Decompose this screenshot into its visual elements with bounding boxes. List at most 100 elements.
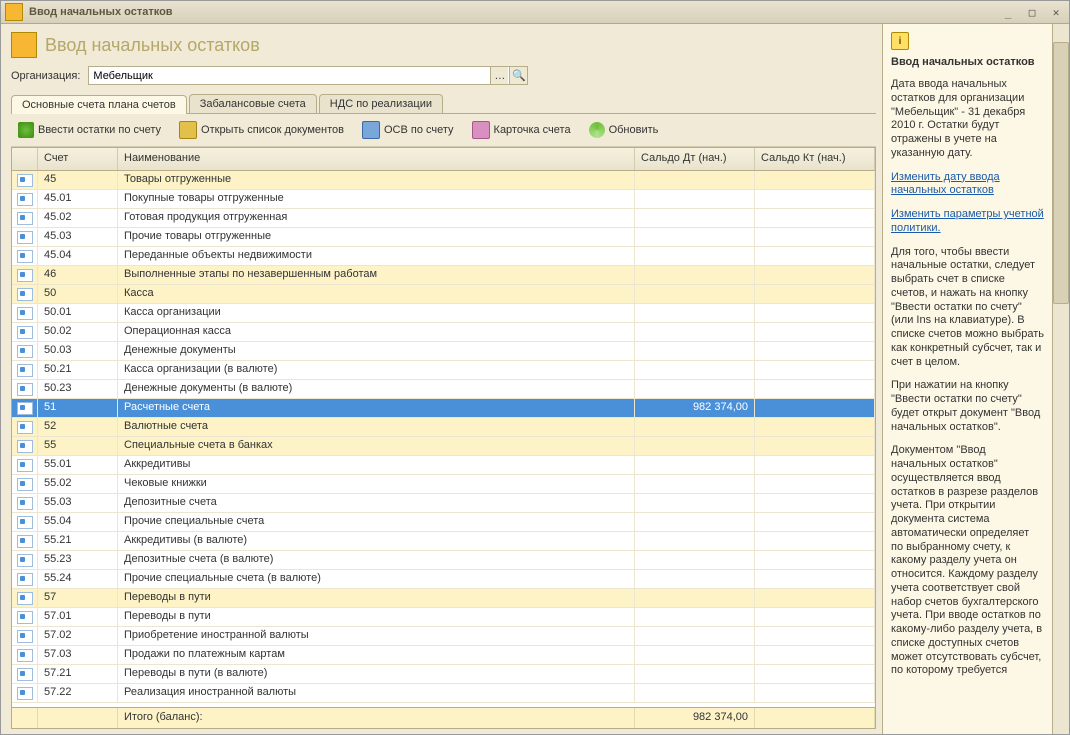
maximize-button[interactable]: □ (1023, 5, 1041, 19)
col-debit[interactable]: Сальдо Дт (нач.) (635, 148, 755, 170)
cell-account: 55 (38, 437, 118, 455)
table-row[interactable]: 57.01Переводы в пути (12, 608, 875, 627)
cell-account: 57.01 (38, 608, 118, 626)
cell-name: Касса (118, 285, 635, 303)
link-change-date[interactable]: Изменить дату ввода начальных остатков (891, 171, 1000, 197)
table-row[interactable]: 45.04Переданные объекты недвижимости (12, 247, 875, 266)
table-row[interactable]: 45.03Прочие товары отгруженные (12, 228, 875, 247)
grid-body[interactable]: 45Товары отгруженные45.01Покупные товары… (12, 171, 875, 707)
table-row[interactable]: 57Переводы в пути (12, 589, 875, 608)
table-row[interactable]: 50.03Денежные документы (12, 342, 875, 361)
tab-0[interactable]: Основные счета плана счетов (11, 95, 187, 114)
cell-name: Прочие специальные счета (в валюте) (118, 570, 635, 588)
cell-credit (755, 228, 875, 246)
toolbar: Ввести остатки по счету Открыть список д… (11, 114, 876, 147)
cell-debit (635, 304, 755, 322)
row-icon-cell (12, 551, 38, 569)
card-icon (472, 121, 490, 139)
cell-credit (755, 266, 875, 284)
table-row[interactable]: 57.22Реализация иностранной валюты (12, 684, 875, 703)
cell-account: 55.21 (38, 532, 118, 550)
refresh-button[interactable]: Обновить (582, 119, 666, 141)
tab-1[interactable]: Забалансовые счета (189, 94, 317, 113)
col-account[interactable]: Счет (38, 148, 118, 170)
table-row[interactable]: 55.04Прочие специальные счета (12, 513, 875, 532)
table-row[interactable]: 55.02Чековые книжки (12, 475, 875, 494)
cell-name: Прочие специальные счета (118, 513, 635, 531)
cell-account: 50.03 (38, 342, 118, 360)
table-row[interactable]: 51Расчетные счета982 374,00 (12, 399, 875, 418)
cell-credit (755, 513, 875, 531)
table-row[interactable]: 50.01Касса организации (12, 304, 875, 323)
cell-account: 57.22 (38, 684, 118, 702)
table-row[interactable]: 46Выполненные этапы по незавершенным раб… (12, 266, 875, 285)
table-row[interactable]: 57.02Приобретение иностранной валюты (12, 627, 875, 646)
close-button[interactable]: ✕ (1047, 5, 1065, 19)
table-row[interactable]: 55Специальные счета в банках (12, 437, 875, 456)
org-input[interactable] (88, 66, 528, 85)
cell-account: 55.24 (38, 570, 118, 588)
table-row[interactable]: 45.02Готовая продукция отгруженная (12, 209, 875, 228)
cell-credit (755, 608, 875, 626)
account-icon (17, 364, 33, 377)
cell-debit (635, 361, 755, 379)
row-icon-cell (12, 665, 38, 683)
cell-name: Товары отгруженные (118, 171, 635, 189)
table-row[interactable]: 50.21Касса организации (в валюте) (12, 361, 875, 380)
osv-button[interactable]: ОСВ по счету (355, 118, 461, 142)
cell-account: 57.02 (38, 627, 118, 645)
tab-2[interactable]: НДС по реализации (319, 94, 443, 113)
row-icon-cell (12, 570, 38, 588)
row-icon-cell (12, 475, 38, 493)
table-row[interactable]: 45Товары отгруженные (12, 171, 875, 190)
cell-account: 50.02 (38, 323, 118, 341)
table-row[interactable]: 52Валютные счета (12, 418, 875, 437)
table-row[interactable]: 55.21Аккредитивы (в валюте) (12, 532, 875, 551)
account-icon (17, 231, 33, 244)
add-balances-button[interactable]: Ввести остатки по счету (11, 119, 168, 141)
account-icon (17, 630, 33, 643)
table-row[interactable]: 50.02Операционная касса (12, 323, 875, 342)
cell-debit (635, 285, 755, 303)
table-row[interactable]: 57.21Переводы в пути (в валюте) (12, 665, 875, 684)
col-name[interactable]: Наименование (118, 148, 635, 170)
cell-credit (755, 247, 875, 265)
table-row[interactable]: 45.01Покупные товары отгруженные (12, 190, 875, 209)
cell-credit (755, 304, 875, 322)
account-icon (17, 611, 33, 624)
col-credit[interactable]: Сальдо Кт (нач.) (755, 148, 875, 170)
cell-name: Приобретение иностранной валюты (118, 627, 635, 645)
table-row[interactable]: 55.01Аккредитивы (12, 456, 875, 475)
open-doclist-button[interactable]: Открыть список документов (172, 118, 351, 142)
row-icon-cell (12, 608, 38, 626)
row-icon-cell (12, 456, 38, 474)
cell-credit (755, 570, 875, 588)
refresh-icon (589, 122, 605, 138)
cell-credit (755, 532, 875, 550)
table-row[interactable]: 57.03Продажи по платежным картам (12, 646, 875, 665)
link-change-policy[interactable]: Изменить параметры учетной политики. (891, 208, 1044, 234)
cell-debit (635, 228, 755, 246)
table-row[interactable]: 50.23Денежные документы (в валюте) (12, 380, 875, 399)
account-icon (17, 459, 33, 472)
help-scrollbar[interactable] (1052, 24, 1069, 735)
cell-name: Расчетные счета (118, 399, 635, 417)
table-row[interactable]: 55.03Депозитные счета (12, 494, 875, 513)
table-row[interactable]: 50Касса (12, 285, 875, 304)
org-search-button[interactable]: 🔍 (509, 67, 527, 84)
table-row[interactable]: 55.23Депозитные счета (в валюте) (12, 551, 875, 570)
report-icon (362, 121, 380, 139)
help-title: Ввод начальных остатков (891, 56, 1044, 68)
cell-name: Продажи по платежным картам (118, 646, 635, 664)
cell-credit (755, 456, 875, 474)
org-lookup-button[interactable]: … (490, 67, 508, 84)
table-row[interactable]: 55.24Прочие специальные счета (в валюте) (12, 570, 875, 589)
footer-credit (755, 708, 875, 728)
account-card-button[interactable]: Карточка счета (465, 118, 578, 142)
cell-account: 45.01 (38, 190, 118, 208)
cell-account: 57.21 (38, 665, 118, 683)
minimize-button[interactable]: _ (999, 5, 1017, 19)
row-icon-cell (12, 532, 38, 550)
cell-name: Аккредитивы (118, 456, 635, 474)
cell-credit (755, 171, 875, 189)
